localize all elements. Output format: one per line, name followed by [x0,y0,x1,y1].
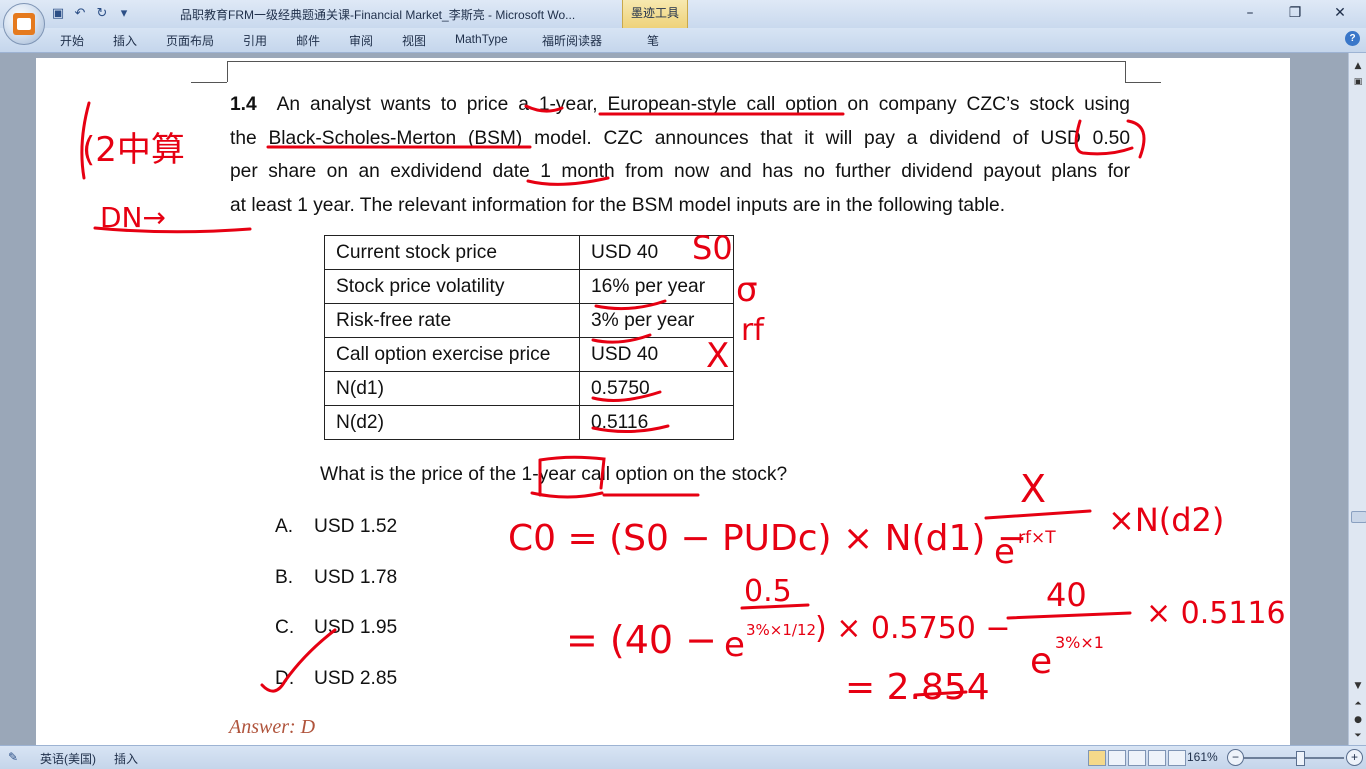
tab-references[interactable]: 引用 [243,32,267,49]
table-cell-label: Current stock price [324,235,580,270]
zoom-slider-thumb[interactable] [1296,751,1305,766]
close-button[interactable]: ✕ [1318,2,1362,24]
option-letter: B. [275,567,294,588]
table-cell-label: Call option exercise price [324,337,580,372]
crop-mark [227,61,1125,62]
option-text: USD 1.78 [314,567,398,588]
minimize-button[interactable]: – [1228,2,1272,24]
bsm-inputs-table: Current stock price USD 40 Stock price vo… [324,235,734,440]
crop-mark [191,82,227,83]
table-row: Risk-free rate 3% per year [324,303,734,338]
question-text: What is the price of the 1-year call opt… [320,464,788,485]
table-cell-value: 0.5116 [579,405,734,440]
crop-mark [1125,61,1126,82]
table-cell-value: 3% per year [579,303,734,338]
ribbon-tabs: 开始 插入 页面布局 引用 邮件 审阅 视图 MathType 福昕阅读器 笔 … [0,28,1366,53]
tab-mathtype[interactable]: MathType [455,32,508,46]
table-cell-value: 16% per year [579,269,734,304]
ruler-toggle-icon[interactable]: ▣ [1351,75,1365,89]
question-paragraph: 1.4 An analyst wants to price a 1-year, … [230,88,1130,222]
paragraph-line: 1.4 An analyst wants to price a 1-year, … [230,88,1130,122]
option-letter: A. [275,516,294,537]
window-title: 品职教育FRM一级经典题通关课-Financial Market_李斯亮 - M… [180,8,576,22]
save-icon[interactable]: ▣ [50,6,66,22]
paragraph-line: the Black-Scholes-Merton (BSM) model. CZ… [230,127,1130,149]
status-bar: ✎ 英语(美国) 插入 161% − + [0,745,1366,769]
option-c: C. USD 1.95 [275,617,397,639]
undo-icon[interactable]: ↶ [72,6,88,22]
table-cell-label: N(d2) [324,405,580,440]
table-row: N(d2) 0.5116 [324,405,734,440]
option-letter: D. [275,668,295,689]
option-a: A. USD 1.52 [275,516,397,538]
language-status[interactable]: 英语(美国) [40,750,96,767]
zoom-in-button[interactable]: + [1346,749,1363,766]
crop-mark [227,61,228,82]
table-cell-label: Stock price volatility [324,269,580,304]
tab-review[interactable]: 审阅 [349,32,373,49]
table-cell-label: Risk-free rate [324,303,580,338]
tab-home[interactable]: 开始 [60,32,84,49]
tab-pen[interactable]: 笔 [647,32,659,49]
table-cell-value: USD 40 [579,337,734,372]
zoom-out-button[interactable]: − [1227,749,1244,766]
table-row: Call option exercise price USD 40 [324,337,734,372]
scroll-down-icon[interactable]: ▼ [1351,679,1365,693]
next-page-icon[interactable]: ⏷ [1351,729,1365,743]
document-area: 1.4 An analyst wants to price a 1-year, … [0,53,1348,745]
option-b: B. USD 1.78 [275,567,397,589]
ink-tools-label: 墨迹工具 [630,6,679,20]
table-row: Current stock price USD 40 [324,235,734,270]
paragraph-text: An analyst wants to price a 1-year, Euro… [276,94,1130,115]
customize-icon[interactable]: ▾ [116,6,132,22]
tab-page-layout[interactable]: 页面布局 [166,32,214,49]
restore-button[interactable]: ❐ [1273,2,1317,24]
ink-tools-contextual-tab: 墨迹工具 [622,0,688,28]
paragraph-line: at least 1 year. The relevant informatio… [230,194,1006,216]
previous-page-icon[interactable]: ⏶ [1351,697,1365,711]
office-button[interactable] [3,3,45,45]
zoom-slider[interactable] [1244,757,1344,759]
redo-icon[interactable]: ↻ [94,6,110,22]
full-screen-reading-view-icon[interactable] [1108,750,1126,766]
document-page: 1.4 An analyst wants to price a 1-year, … [36,58,1290,745]
outline-view-icon[interactable] [1148,750,1166,766]
option-d: D. USD 2.85 [275,668,397,690]
browse-object-icon[interactable]: ● [1351,713,1365,727]
vertical-scrollbar[interactable]: ▲ ▣ ▼ ⏶ ● ⏷ [1348,53,1366,745]
print-layout-view-icon[interactable] [1088,750,1106,766]
spellcheck-icon[interactable]: ✎ [8,750,18,764]
answer-text: Answer: D [229,716,316,738]
insert-mode-status[interactable]: 插入 [114,750,138,767]
title-bar: ▣ ↶ ↻ ▾ 品职教育FRM一级经典题通关课-Financial Market… [0,0,1366,28]
table-cell-label: N(d1) [324,371,580,406]
zoom-level[interactable]: 161% [1187,750,1218,764]
table-row: Stock price volatility 16% per year [324,269,734,304]
option-text: USD 1.95 [314,617,398,638]
option-text: USD 1.52 [314,516,398,537]
scroll-thumb[interactable] [1351,511,1366,523]
paragraph-line: per share on an exdividend date 1 month … [230,161,1130,182]
draft-view-icon[interactable] [1168,750,1186,766]
question-number: 1.4 [230,94,257,115]
tab-view[interactable]: 视图 [402,32,426,49]
web-layout-view-icon[interactable] [1128,750,1146,766]
quick-access-toolbar: ▣ ↶ ↻ ▾ [50,5,132,23]
office-logo-icon [13,13,35,35]
tab-insert[interactable]: 插入 [113,32,137,49]
table-row: N(d1) 0.5750 [324,371,734,406]
scroll-up-icon[interactable]: ▲ [1351,59,1365,73]
table-cell-value: USD 40 [579,235,734,270]
tab-mailings[interactable]: 邮件 [296,32,320,49]
table-cell-value: 0.5750 [579,371,734,406]
option-letter: C. [275,617,295,638]
help-icon[interactable]: ? [1345,31,1360,46]
option-text: USD 2.85 [314,668,398,689]
crop-mark [1125,82,1161,83]
tab-foxit-reader[interactable]: 福昕阅读器 [542,32,602,49]
